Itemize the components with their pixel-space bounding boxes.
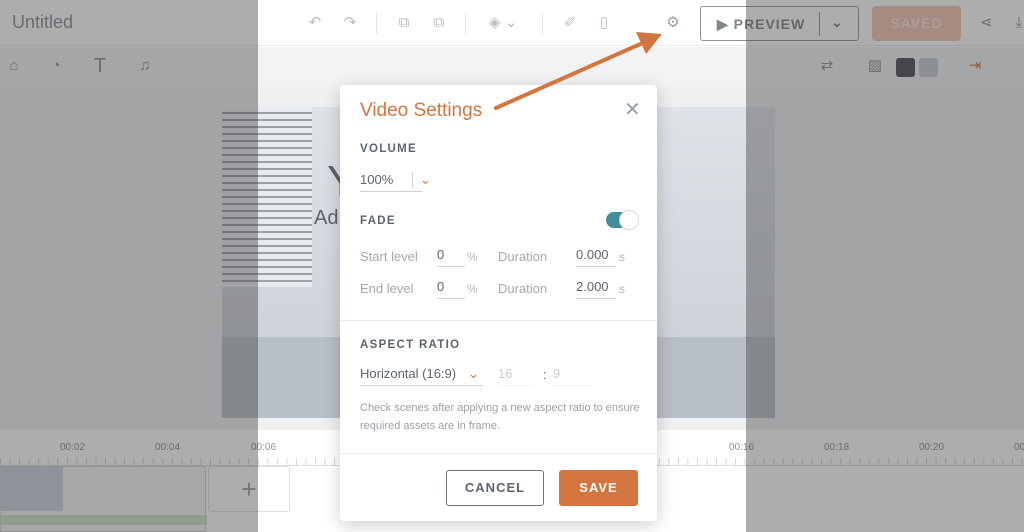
aspect-height-input[interactable]: 9 (553, 364, 591, 386)
divider (340, 453, 657, 454)
start-level-input[interactable]: 0 (437, 245, 465, 267)
dialog-title: Video Settings (360, 100, 483, 121)
seconds-unit: s (619, 282, 625, 296)
video-settings-dialog: Video Settings ✕ VOLUME 100% ⌄ FADE Star… (340, 85, 657, 521)
dim-overlay-right (746, 0, 1024, 532)
end-duration-input[interactable]: 2.000 (576, 277, 616, 299)
end-duration-label: Duration (498, 281, 548, 296)
chevron-down-icon[interactable]: ⌄ (420, 170, 431, 190)
aspect-ratio-label: ASPECT RATIO (360, 339, 461, 351)
layers-icon[interactable]: ◈ ⌄ (485, 14, 521, 32)
redo-icon[interactable]: ↷ (341, 14, 359, 32)
cancel-button[interactable]: CANCEL (446, 470, 544, 506)
aspect-ratio-select[interactable]: Horizontal (16:9) ⌄ (360, 364, 483, 386)
volume-label: VOLUME (360, 143, 417, 155)
start-level-label: Start level (360, 249, 418, 264)
trash-icon[interactable]: ▯ (595, 14, 613, 32)
percent-unit: % (467, 250, 478, 264)
divider (465, 12, 466, 34)
gear-icon[interactable]: ⚙ (664, 14, 682, 32)
aspect-separator: : (543, 367, 547, 382)
divider (376, 12, 377, 34)
clean-icon[interactable]: ✐ (561, 14, 579, 32)
divider (340, 320, 657, 321)
undo-icon[interactable]: ↶ (306, 14, 324, 32)
save-button[interactable]: SAVE (559, 470, 638, 506)
start-duration-input[interactable]: 0.000 (576, 245, 616, 267)
divider (412, 172, 413, 188)
close-icon[interactable]: ✕ (624, 97, 641, 122)
dim-overlay-left (0, 0, 258, 532)
toggle-knob (619, 210, 639, 230)
duplicate-icon[interactable]: ⧉ (395, 14, 413, 32)
fade-toggle[interactable] (606, 210, 639, 230)
copy-to-icon[interactable]: ⧉ (430, 14, 448, 32)
aspect-ratio-value: Horizontal (16:9) (360, 366, 457, 381)
volume-value: 100% (360, 172, 394, 187)
aspect-width-input[interactable]: 16 (498, 364, 534, 386)
seconds-unit: s (619, 250, 625, 264)
end-level-label: End level (360, 281, 414, 296)
scene-subtitle-text: Ad (314, 207, 339, 229)
aspect-ratio-note: Check scenes after applying a new aspect… (360, 402, 640, 432)
start-duration-label: Duration (498, 249, 548, 264)
percent-unit: % (467, 282, 478, 296)
volume-select[interactable]: 100% ⌄ (360, 170, 431, 192)
divider (542, 12, 543, 34)
end-level-input[interactable]: 0 (437, 277, 465, 299)
fade-label: FADE (360, 215, 396, 227)
chevron-down-icon[interactable]: ⌄ (468, 364, 479, 384)
